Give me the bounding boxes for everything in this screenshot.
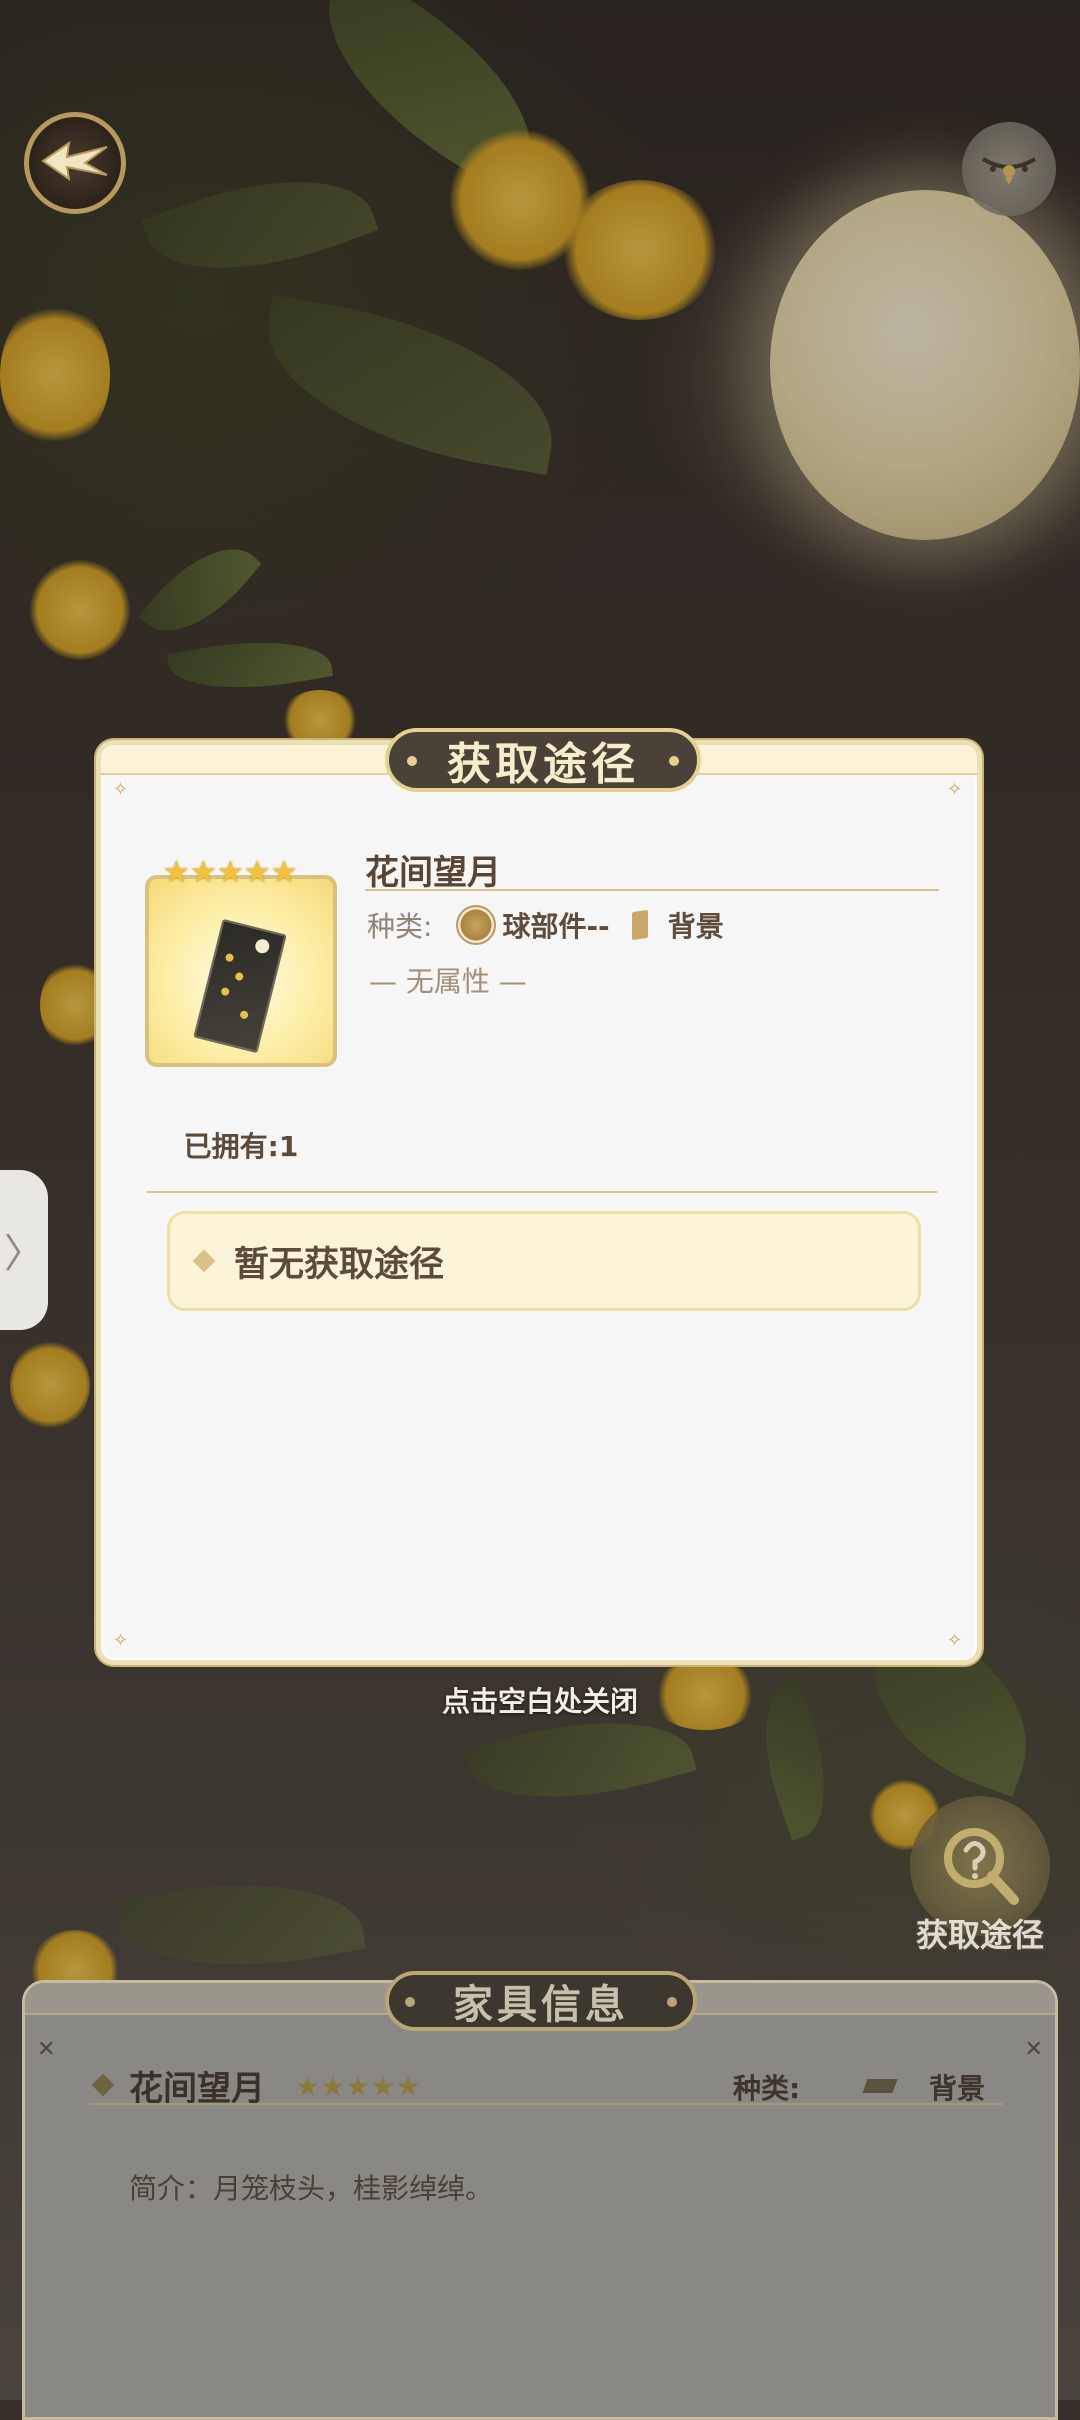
- star-icon: ★: [189, 855, 217, 890]
- star-icon: ★: [270, 855, 298, 890]
- item-name: 花间望月: [365, 853, 501, 893]
- info-divider: [89, 2103, 1003, 2105]
- star-icon: ★: [345, 2070, 371, 2103]
- kind-label: 种类:: [367, 910, 433, 943]
- corner-ornament: ✧: [113, 779, 129, 800]
- side-drawer-tab[interactable]: 〉: [0, 1170, 48, 1330]
- ball-part-icon: [456, 905, 497, 945]
- furniture-info-panel: 家具信息 ✕ ✕ 花间望月 ★ ★ ★ ★ ★ 种类: 背景 简介：月笼枝头，桂…: [22, 1971, 1058, 2420]
- info-kind-label: 种类:: [733, 2072, 801, 2105]
- ornament-menu-icon: [979, 147, 1039, 191]
- name-divider: [365, 889, 939, 891]
- item-thumbnail-card: [145, 875, 337, 1067]
- modal-title: 获取途径: [385, 728, 701, 792]
- close-hint[interactable]: 点击空白处关闭: [0, 1680, 1080, 1720]
- source-text: 暂无获取途径: [234, 1244, 445, 1285]
- item-description: 简介：月笼枝头，桂影绰绰。: [129, 2172, 494, 2205]
- corner-ornament: ✕: [37, 2037, 56, 2062]
- star-icon: ★: [320, 2070, 346, 2103]
- background-icon: [631, 909, 648, 941]
- obtain-source-modal: 获取途径 ✧ ✧ ✧ ✧ ★ ★ ★ ★ ★ 已拥有:1 花间望月 种类: 球部…: [96, 728, 982, 1665]
- background-icon: [862, 2079, 898, 2093]
- star-icon: ★: [370, 2070, 396, 2103]
- info-panel-title-text: 家具信息: [453, 1982, 629, 2028]
- star-icon: ★: [295, 2070, 321, 2103]
- section-divider: [147, 1191, 937, 1193]
- corner-ornament: ✧: [113, 1630, 129, 1651]
- corner-ornament: ✕: [1024, 2037, 1043, 2062]
- corner-ornament: ✧: [947, 1630, 963, 1651]
- chevron-right-icon: 〉: [4, 1231, 44, 1277]
- diamond-bullet-icon: [91, 2073, 115, 2097]
- leaf-back-icon: [39, 137, 111, 189]
- modal-title-text: 获取途径: [447, 739, 639, 790]
- item-thumbnail: [193, 918, 287, 1054]
- obtain-source-label[interactable]: 获取途径: [880, 1910, 1080, 1956]
- star-icon: ★: [163, 855, 190, 890]
- menu-button[interactable]: [962, 122, 1056, 216]
- magnifier-question-icon: [932, 1816, 1028, 1916]
- star-icon: ★: [395, 2070, 421, 2103]
- star-icon: ★: [216, 855, 244, 890]
- kind-value: 背景: [667, 910, 724, 943]
- source-list-item: 暂无获取途径: [167, 1211, 921, 1311]
- corner-ornament: ✧: [947, 779, 963, 800]
- back-button[interactable]: [24, 112, 126, 214]
- rarity-stars: ★ ★ ★ ★ ★: [163, 858, 298, 888]
- owned-count: 已拥有:1: [183, 1130, 299, 1163]
- diamond-bullet-icon: [192, 1249, 216, 1273]
- info-kind-value: 背景: [929, 2072, 986, 2105]
- kind-part: 球部件--: [502, 910, 610, 943]
- attribute-text: — 无属性 —: [369, 965, 527, 998]
- info-panel-title: 家具信息: [385, 1971, 697, 2031]
- star-icon: ★: [243, 855, 271, 890]
- item-kind-row: 种类: 球部件-- 背景: [367, 903, 724, 947]
- info-rarity-stars: ★ ★ ★ ★ ★: [295, 2073, 421, 2101]
